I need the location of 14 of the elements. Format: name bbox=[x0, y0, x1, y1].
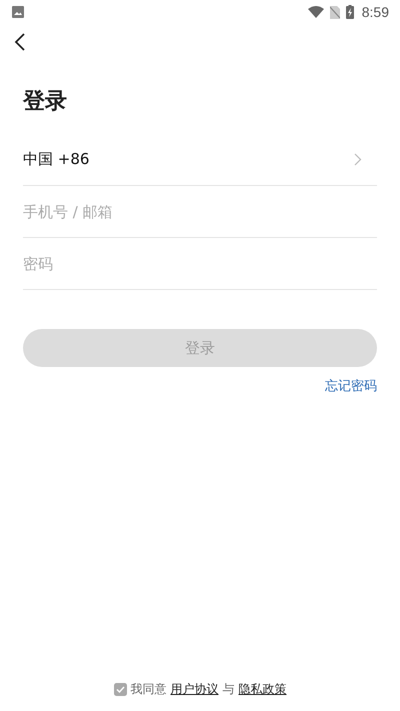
wifi-icon bbox=[308, 6, 324, 18]
back-icon[interactable] bbox=[14, 33, 26, 51]
status-time: 8:59 bbox=[362, 4, 389, 20]
no-sim-icon bbox=[330, 6, 340, 18]
battery-charging-icon bbox=[346, 5, 354, 19]
forgot-password-link[interactable]: 忘记密码 bbox=[325, 377, 377, 395]
agreement-text: 与 bbox=[222, 681, 234, 698]
agreement-text: 我同意 bbox=[130, 681, 166, 698]
checkbox[interactable] bbox=[114, 683, 126, 696]
terms-link[interactable]: 用户协议 bbox=[170, 681, 218, 698]
privacy-link[interactable]: 隐私政策 bbox=[238, 681, 286, 698]
chevron-right-icon bbox=[354, 153, 362, 166]
image-icon bbox=[12, 6, 24, 18]
page-title: 登录 bbox=[23, 88, 68, 116]
